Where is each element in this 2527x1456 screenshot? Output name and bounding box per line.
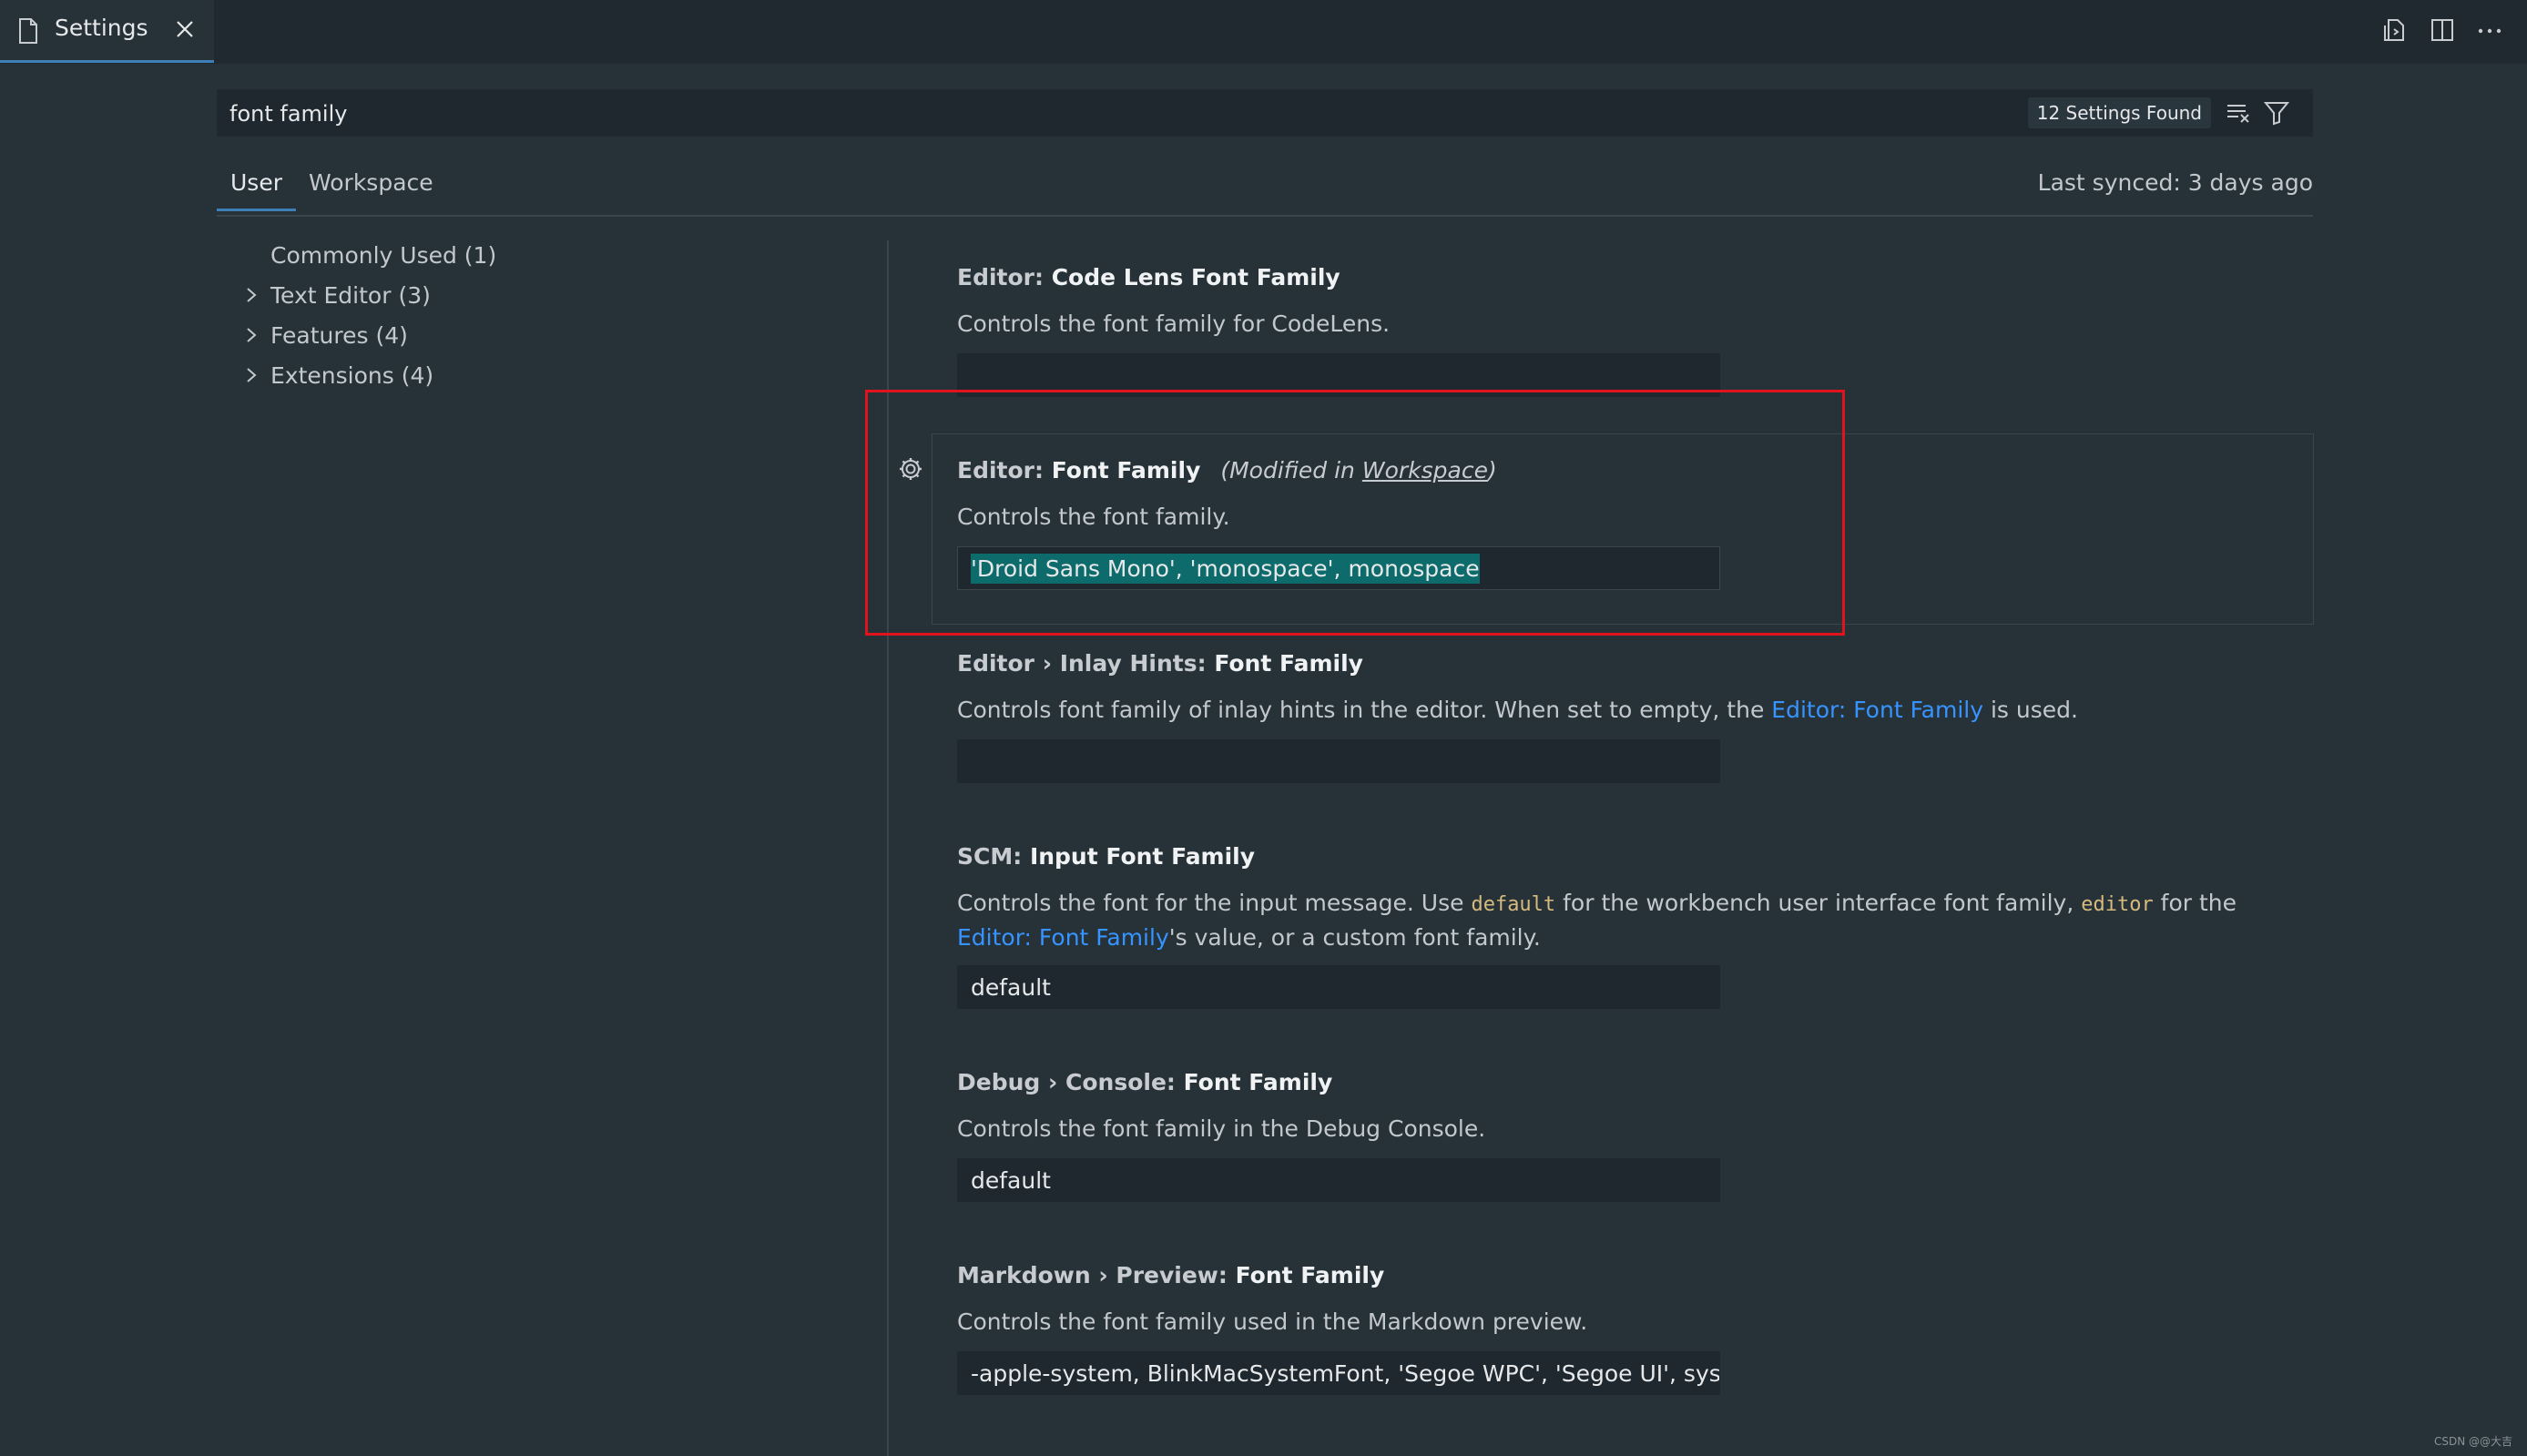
- code-snippet: editor: [2081, 893, 2154, 916]
- editor-tab-bar: Settings: [0, 0, 2527, 64]
- description-text: for the workbench user interface font fa…: [1555, 890, 2082, 916]
- tab-user[interactable]: User: [217, 169, 296, 211]
- toc-item-label: Commonly Used (1): [270, 242, 497, 269]
- annotation-highlight-box: [865, 390, 1845, 636]
- toc-item-label: Extensions (4): [270, 362, 434, 389]
- setting-scm-input-font-family: SCM: Input Font Family Controls the font…: [957, 843, 2305, 1009]
- scm-input-font-family-input[interactable]: default: [957, 965, 1720, 1009]
- chevron-right-icon: [244, 364, 259, 392]
- setting-category: Debug › Console:: [957, 1069, 1184, 1095]
- toc-item-label: Features (4): [270, 322, 408, 349]
- debug-console-font-family-input[interactable]: default: [957, 1158, 1720, 1202]
- close-icon[interactable]: [175, 19, 195, 43]
- open-settings-json-icon[interactable]: [2381, 16, 2409, 47]
- inlay-hints-font-family-input[interactable]: [957, 739, 1720, 783]
- tab-settings[interactable]: Settings: [0, 0, 214, 63]
- settings-search-box: 12 Settings Found: [217, 89, 2313, 138]
- tab-label: Settings: [55, 15, 148, 41]
- editor-font-family-link[interactable]: Editor: Font Family: [957, 924, 1169, 951]
- watermark: CSDN @@大吉: [2433, 1435, 2512, 1448]
- setting-inlay-hints-font-family: Editor › Inlay Hints: Font Family Contro…: [957, 650, 2305, 783]
- setting-debug-console-font-family: Debug › Console: Font Family Controls th…: [957, 1069, 2305, 1202]
- editor-font-family-link[interactable]: Editor: Font Family: [1771, 697, 1983, 723]
- setting-markdown-preview-font-family: Markdown › Preview: Font Family Controls…: [957, 1262, 2305, 1395]
- setting-name: Font Family: [1214, 650, 1363, 677]
- setting-description: Controls the font for the input message.…: [957, 887, 2287, 954]
- filter-icon[interactable]: [2263, 100, 2290, 129]
- setting-title: Debug › Console: Font Family: [957, 1069, 2305, 1095]
- setting-category: Markdown › Preview:: [957, 1262, 1236, 1288]
- setting-name: Code Lens Font Family: [1051, 264, 1340, 290]
- more-actions-icon[interactable]: [2476, 16, 2503, 47]
- description-text: for the: [2153, 890, 2237, 916]
- clear-filter-icon[interactable]: [2226, 101, 2251, 128]
- setting-description: Controls the font family used in the Mar…: [957, 1308, 1588, 1335]
- setting-name: Font Family: [1183, 1069, 1333, 1095]
- setting-category: Editor › Inlay Hints:: [957, 650, 1215, 677]
- last-synced-status: Last synced: 3 days ago: [2037, 169, 2313, 196]
- settings-search-input[interactable]: [228, 89, 1961, 138]
- markdown-preview-font-family-input[interactable]: -apple-system, BlinkMacSystemFont, 'Sego…: [957, 1351, 1720, 1395]
- description-text: Controls the font for the input message.…: [957, 890, 1472, 916]
- setting-code-lens-font-family: Editor: Code Lens Font Family Controls t…: [957, 264, 2305, 397]
- chevron-right-icon: [244, 284, 259, 311]
- setting-name: Font Family: [1235, 1262, 1385, 1288]
- setting-title: Editor: Code Lens Font Family: [957, 264, 2305, 290]
- setting-category: Editor:: [957, 264, 1052, 290]
- tab-workspace[interactable]: Workspace: [309, 169, 433, 209]
- settings-count-badge: 12 Settings Found: [2027, 97, 2211, 128]
- setting-title: SCM: Input Font Family: [957, 843, 2305, 870]
- toc-item-label: Text Editor (3): [270, 282, 431, 309]
- setting-title: Editor › Inlay Hints: Font Family: [957, 650, 2305, 677]
- code-snippet: default: [1471, 893, 1556, 916]
- description-text: 's value, or a custom font family.: [1168, 924, 1541, 951]
- setting-description: Controls font family of inlay hints in t…: [957, 694, 2287, 727]
- description-text: Controls font family of inlay hints in t…: [957, 697, 1772, 723]
- setting-name: Input Font Family: [1029, 843, 1256, 870]
- file-icon: [18, 18, 38, 47]
- setting-description: Controls the font family in the Debug Co…: [957, 1115, 1486, 1142]
- chevron-right-icon: [244, 324, 259, 351]
- settings-scope-tabs: User Workspace Last synced: 3 days ago: [217, 164, 2313, 217]
- description-text: is used.: [1983, 697, 2078, 723]
- setting-category: SCM:: [957, 843, 1030, 870]
- setting-title: Markdown › Preview: Font Family: [957, 1262, 2305, 1288]
- setting-description: Controls the font family for CodeLens.: [957, 311, 1391, 337]
- split-editor-icon[interactable]: [2429, 16, 2456, 47]
